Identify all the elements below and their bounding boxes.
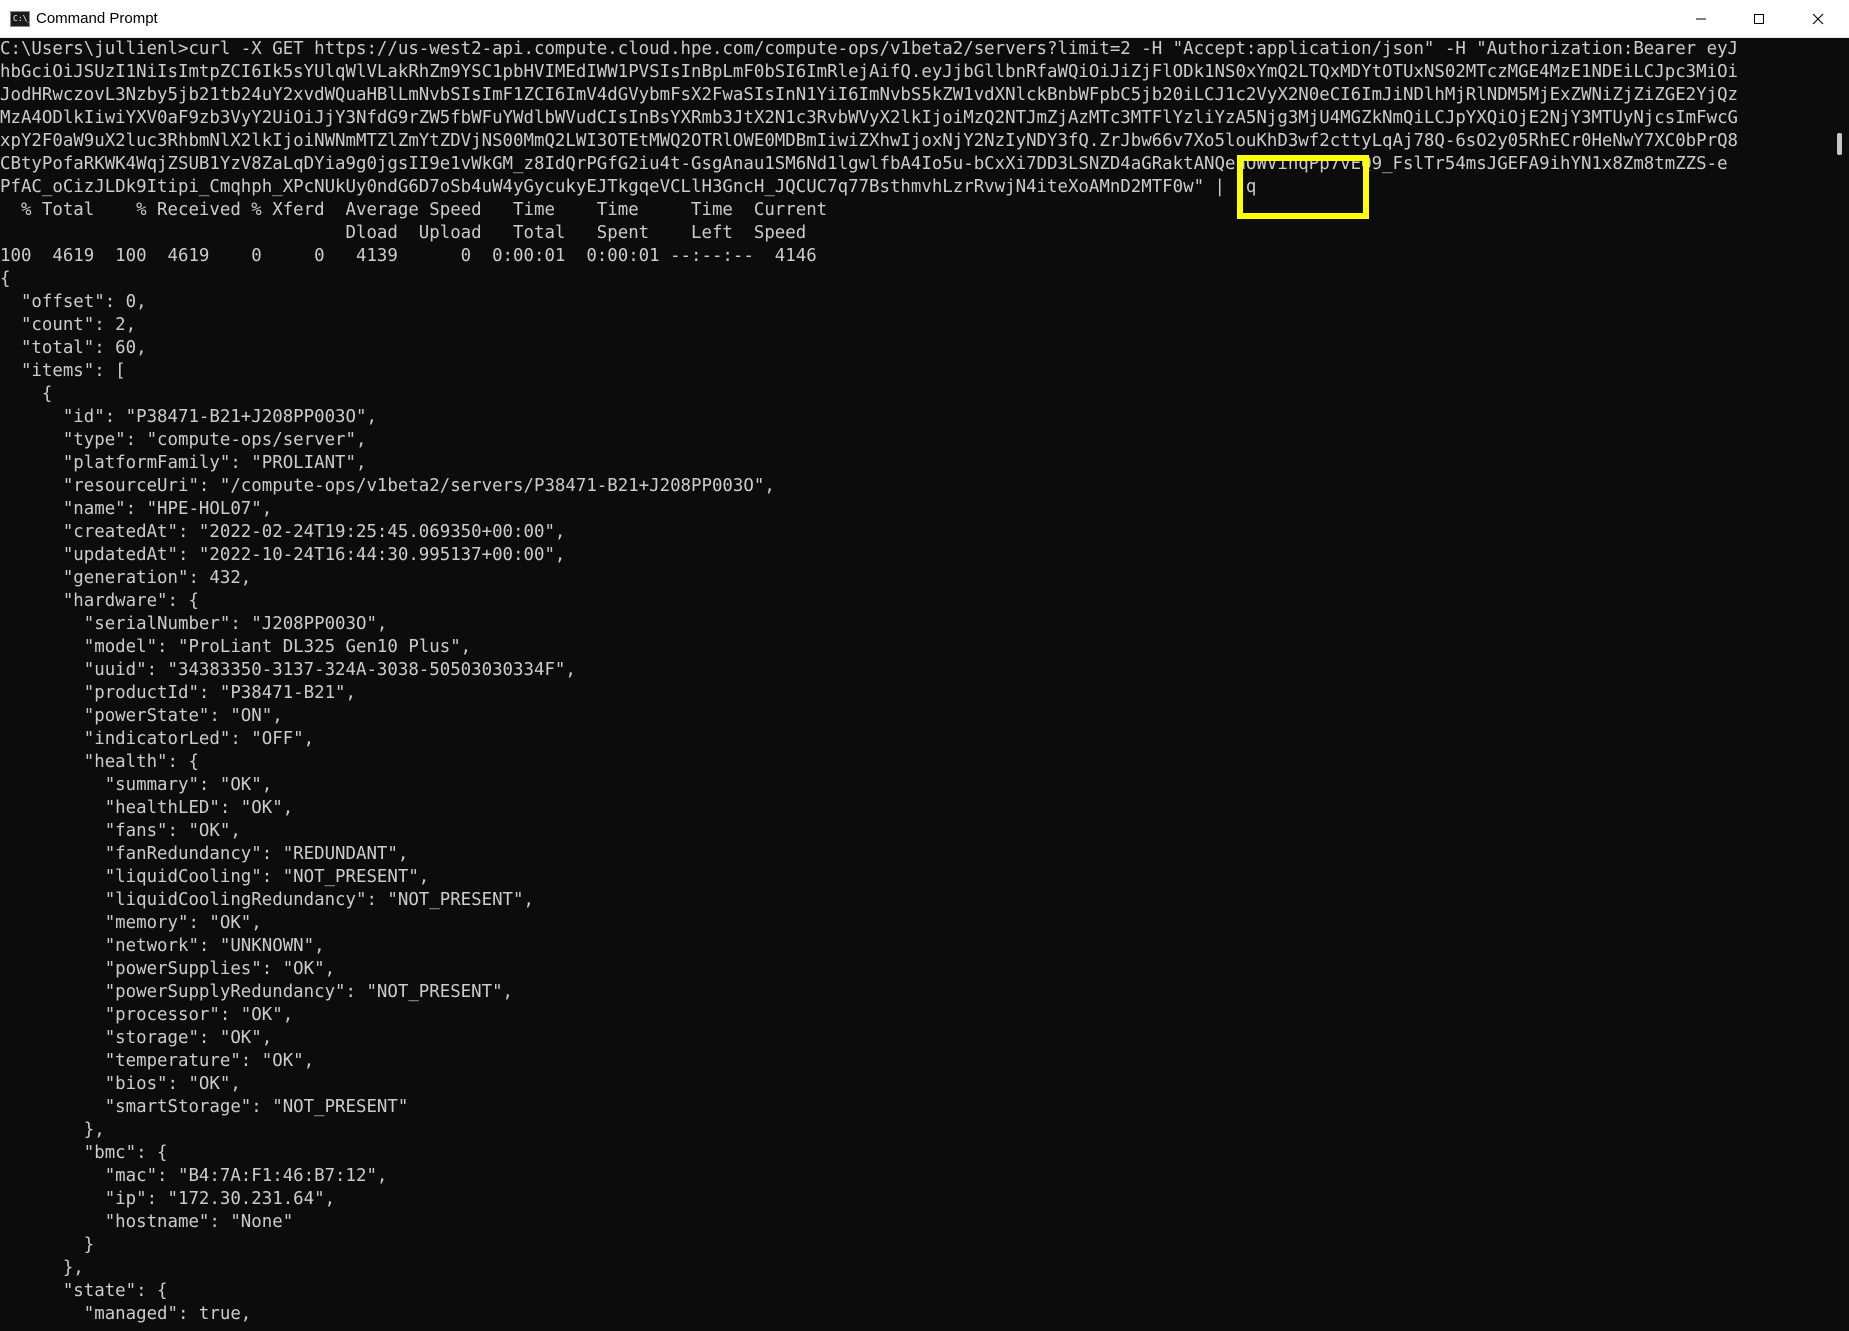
- terminal-line: MzA4ODlkIiwiYXV0aF9zb3VyY2UiOiJjY3NfdG9r…: [0, 108, 1739, 128]
- terminal-line: "mac": "B4:7A:F1:46:B7:12",: [0, 1166, 388, 1186]
- terminal-line: "powerState": "ON",: [0, 706, 283, 726]
- terminal-line: "bmc": {: [0, 1143, 168, 1163]
- terminal-line: Dload Upload Total Spent Left Speed: [0, 223, 807, 243]
- terminal-line: "smartStorage": "NOT_PRESENT": [0, 1097, 409, 1117]
- terminal-line: "storage": "OK",: [0, 1028, 273, 1048]
- terminal-line: "updatedAt": "2022-10-24T16:44:30.995137…: [0, 545, 566, 565]
- terminal-line: "productId": "P38471-B21",: [0, 683, 356, 703]
- terminal-line: {: [0, 384, 53, 404]
- terminal-line: "healthLED": "OK",: [0, 798, 294, 818]
- minimize-button[interactable]: [1672, 0, 1730, 38]
- terminal-line: C:\Users\jullienl>curl -X GET https://us…: [0, 39, 1739, 59]
- terminal-line: "serialNumber": "J208PP003O",: [0, 614, 388, 634]
- terminal-line: "liquidCooling": "NOT_PRESENT",: [0, 867, 430, 887]
- terminal-line: "id": "P38471-B21+J208PP003O",: [0, 407, 377, 427]
- title-bar[interactable]: C:\_ Command Prompt: [0, 0, 1849, 38]
- window-title: Command Prompt: [36, 10, 158, 27]
- terminal-line: "platformFamily": "PROLIANT",: [0, 453, 367, 473]
- maximize-icon: [1754, 14, 1764, 24]
- terminal-line: "items": [: [0, 361, 126, 381]
- terminal-line: "processor": "OK",: [0, 1005, 294, 1025]
- terminal-line: JodHRwczovL3Nzby5jb21tb24uY2xvdWQuaHBlLm…: [0, 85, 1739, 105]
- terminal-line: "resourceUri": "/compute-ops/v1beta2/ser…: [0, 476, 775, 496]
- maximize-button[interactable]: [1730, 0, 1788, 38]
- terminal-line: "managed": true,: [0, 1304, 252, 1324]
- scrollbar-thumb[interactable]: [1837, 133, 1842, 155]
- close-icon: [1812, 13, 1824, 25]
- terminal-line: "bios": "OK",: [0, 1074, 241, 1094]
- command-prompt-window: C:\_ Command Prompt C:\Users\jullienl>cu…: [0, 0, 1849, 1331]
- terminal-line: "offset": 0,: [0, 292, 147, 312]
- terminal-line: % Total % Received % Xferd Average Speed…: [0, 200, 828, 220]
- minimize-icon: [1696, 18, 1706, 20]
- terminal-line: "ip": "172.30.231.64",: [0, 1189, 336, 1209]
- terminal-line: "network": "UNKNOWN",: [0, 936, 325, 956]
- terminal-line: "indicatorLed": "OFF",: [0, 729, 315, 749]
- terminal-line: {: [0, 269, 11, 289]
- close-button[interactable]: [1789, 0, 1847, 38]
- vertical-scrollbar[interactable]: [1832, 38, 1849, 1331]
- terminal-line: }: [0, 1235, 95, 1255]
- terminal-line: xpY2F0aW9uX2luc3RhbmNlX2lkIjoiNWNmMTZlZm…: [0, 131, 1739, 151]
- terminal-output[interactable]: C:\Users\jullienl>curl -X GET https://us…: [0, 38, 1832, 1331]
- terminal-line: "liquidCoolingRedundancy": "NOT_PRESENT"…: [0, 890, 534, 910]
- terminal-line: },: [0, 1120, 105, 1140]
- terminal-line: 100 4619 100 4619 0 0 4139 0 0:00:01 0:0…: [0, 246, 817, 266]
- terminal-line: "temperature": "OK",: [0, 1051, 315, 1071]
- terminal-line: PfAC_oCizJLDk9Itipi_Cmqhph_XPcNUkUy0ndG6…: [0, 177, 1257, 197]
- terminal-line: "powerSupplyRedundancy": "NOT_PRESENT",: [0, 982, 514, 1002]
- terminal-line: "generation": 432,: [0, 568, 252, 588]
- terminal-line: "memory": "OK",: [0, 913, 262, 933]
- terminal-line: "fanRedundancy": "REDUNDANT",: [0, 844, 409, 864]
- terminal-line: "count": 2,: [0, 315, 137, 335]
- terminal-line: "hardware": {: [0, 591, 199, 611]
- command-prompt-icon: C:\_: [10, 11, 32, 27]
- terminal-line: "powerSupplies": "OK",: [0, 959, 336, 979]
- terminal-line: "health": {: [0, 752, 199, 772]
- terminal-line: },: [0, 1258, 84, 1278]
- terminal-line: "hostname": "None": [0, 1212, 294, 1232]
- terminal-line: "total": 60,: [0, 338, 147, 358]
- terminal-line: CBtyPofaRKWK4WqjZSUB1YzV8ZaLqDYia9g0jgsI…: [0, 154, 1728, 174]
- terminal-line: "state": {: [0, 1281, 168, 1301]
- terminal-line: "model": "ProLiant DL325 Gen10 Plus",: [0, 637, 472, 657]
- terminal-line: "createdAt": "2022-02-24T19:25:45.069350…: [0, 522, 566, 542]
- terminal-line: "summary": "OK",: [0, 775, 273, 795]
- terminal-line: "fans": "OK",: [0, 821, 241, 841]
- terminal-line: "type": "compute-ops/server",: [0, 430, 367, 450]
- terminal-line: hbGciOiJSUzI1NiIsImtpZCI6Ik5sYUlqWlVLakR…: [0, 62, 1739, 82]
- terminal-line: "uuid": "34383350-3137-324A-3038-5050303…: [0, 660, 576, 680]
- terminal-line: "name": "HPE-HOL07",: [0, 499, 273, 519]
